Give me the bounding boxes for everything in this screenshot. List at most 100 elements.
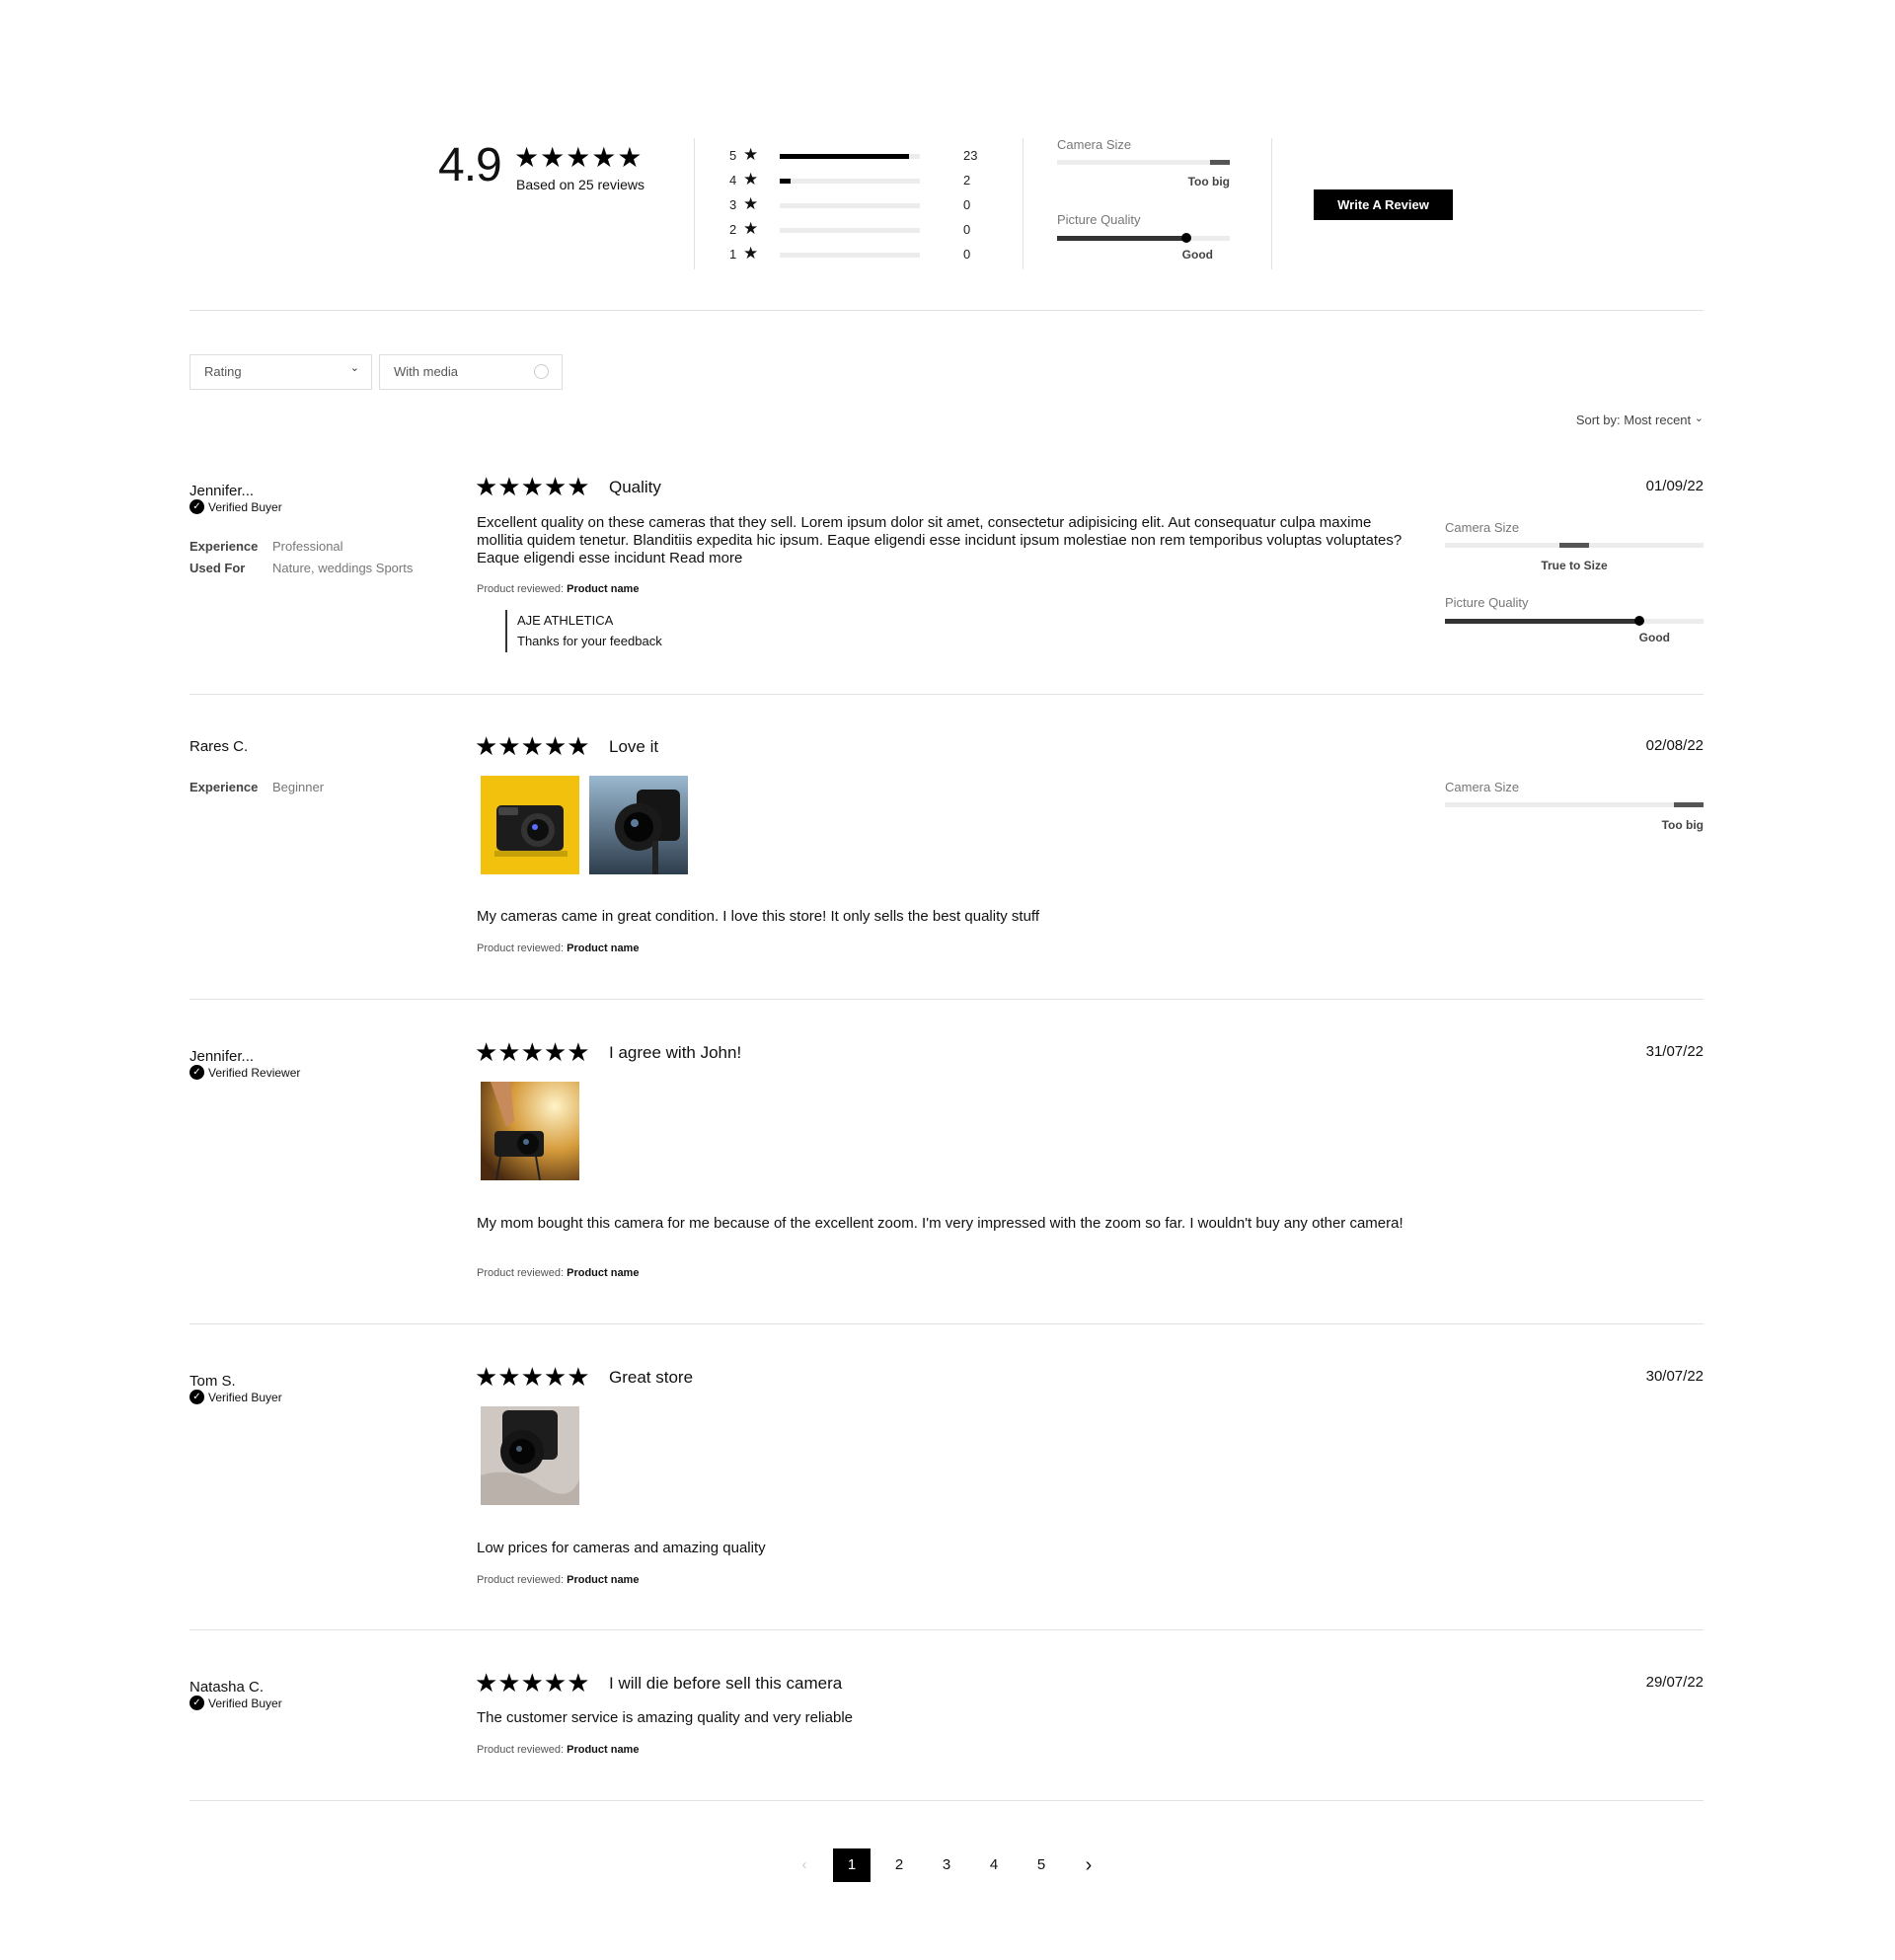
with-media-label: With media	[394, 364, 459, 379]
prev-page-button[interactable]: ‹	[786, 1848, 823, 1882]
picture-quality-dot	[1634, 616, 1644, 626]
product-name-link[interactable]: Product name	[567, 583, 639, 595]
distribution-row-5[interactable]: 5 ★ 23	[729, 145, 986, 166]
verified-label: Verified Buyer	[208, 499, 282, 514]
star-icon: ★	[743, 219, 759, 238]
verified-label: Verified Buyer	[208, 1696, 282, 1710]
camera-photo-image	[481, 1406, 579, 1505]
review-body: My mom bought this camera for me because…	[477, 1215, 1403, 1232]
page-5-button[interactable]: 5	[1023, 1848, 1060, 1882]
page-4-button[interactable]: 4	[975, 1848, 1013, 1882]
rating-filter-dropdown[interactable]: Rating ⌄	[190, 354, 372, 390]
distribution-count: 2	[963, 173, 971, 188]
camera-size-track	[1445, 543, 1704, 548]
sort-label: Sort by:	[1575, 413, 1621, 427]
review-author: Rares C.	[190, 738, 249, 755]
review-title: Quality	[609, 478, 661, 496]
distribution-count: 0	[963, 222, 971, 237]
review-date: 02/08/22	[1645, 737, 1704, 754]
product-prefix: Product reviewed:	[477, 1267, 565, 1279]
product-reviewed: Product reviewed: Product name	[477, 1267, 639, 1279]
distribution-row-4[interactable]: 4 ★ 2	[729, 170, 986, 190]
page-2-button[interactable]: 2	[880, 1848, 918, 1882]
product-name-link[interactable]: Product name	[567, 942, 639, 954]
camera-size-track	[1445, 802, 1704, 807]
distribution-count: 23	[963, 148, 978, 163]
check-icon: ✓	[190, 499, 204, 514]
average-stars: ★★★★★	[514, 142, 644, 173]
summary-divider	[694, 138, 695, 269]
write-review-button[interactable]: Write A Review	[1314, 189, 1453, 220]
picture-quality-label: Picture Quality	[1445, 595, 1529, 610]
product-reviewed: Product reviewed: Product name	[477, 1574, 639, 1586]
review-author: Tom S.	[190, 1373, 236, 1390]
distribution-fill	[780, 179, 791, 184]
product-name-link[interactable]: Product name	[567, 1574, 639, 1586]
picture-quality-track	[1057, 233, 1230, 243]
review-divider	[190, 1629, 1704, 1630]
picture-quality-fill	[1057, 236, 1186, 241]
distribution-bar	[780, 253, 920, 258]
sort-value: Most recent	[1624, 413, 1692, 427]
review-photo[interactable]	[481, 1406, 579, 1505]
distribution-bar	[780, 228, 920, 233]
star-icon: ★	[743, 145, 759, 164]
review-divider	[190, 694, 1704, 695]
next-page-button[interactable]: ›	[1070, 1848, 1107, 1882]
review-photo[interactable]	[481, 776, 579, 874]
used-for-value: Nature, weddings Sports	[272, 561, 414, 575]
distribution-stars: 4	[729, 173, 737, 188]
distribution-stars: 3	[729, 197, 737, 212]
reply-author: AJE ATHLETICA	[517, 613, 614, 628]
distribution-bar	[780, 154, 920, 159]
with-media-toggle[interactable]	[534, 364, 549, 379]
sort-control[interactable]: Sort by: Most recent ⌄	[1576, 413, 1704, 427]
product-reviewed: Product reviewed: Product name	[477, 1744, 639, 1756]
camera-size-track	[1057, 160, 1230, 165]
page-1-button[interactable]: 1	[833, 1848, 871, 1882]
review-divider	[190, 1323, 1704, 1324]
verified-badge: ✓ Verified Buyer	[190, 499, 282, 514]
review-photo[interactable]	[589, 776, 688, 874]
experience-key: Experience	[190, 780, 259, 794]
summary-bottom-divider	[190, 310, 1704, 311]
distribution-count: 0	[963, 247, 971, 262]
product-prefix: Product reviewed:	[477, 1744, 565, 1756]
review-body: Low prices for cameras and amazing quali…	[477, 1540, 766, 1556]
product-prefix: Product reviewed:	[477, 942, 565, 954]
camera-size-label: Camera Size	[1445, 780, 1520, 794]
product-name-link[interactable]: Product name	[567, 1744, 639, 1756]
distribution-row-2[interactable]: 2 ★ 0	[729, 219, 986, 240]
page-3-button[interactable]: 3	[928, 1848, 965, 1882]
used-for-key: Used For	[190, 561, 246, 575]
distribution-bar	[780, 179, 920, 184]
product-name-link[interactable]: Product name	[567, 1267, 639, 1279]
review-divider	[190, 1800, 1704, 1801]
review-photo[interactable]	[481, 1082, 579, 1180]
review-title: Love it	[609, 737, 659, 756]
verified-label: Verified Buyer	[208, 1390, 282, 1404]
review-title: Great store	[609, 1368, 694, 1387]
distribution-bar	[780, 203, 920, 208]
review-stars: ★★★★★	[475, 731, 590, 761]
distribution-row-3[interactable]: 3 ★ 0	[729, 194, 986, 215]
distribution-count: 0	[963, 197, 971, 212]
review-count: Based on 25 reviews	[516, 177, 644, 192]
verified-badge: ✓ Verified Reviewer	[190, 1065, 300, 1080]
picture-quality-track	[1445, 616, 1704, 626]
review-stars: ★★★★★	[475, 472, 590, 501]
review-date: 31/07/22	[1645, 1043, 1704, 1060]
review-stars: ★★★★★	[475, 1037, 590, 1067]
review-stars: ★★★★★	[475, 1362, 590, 1392]
review-title: I will die before sell this camera	[609, 1674, 843, 1693]
check-icon: ✓	[190, 1390, 204, 1404]
product-prefix: Product reviewed:	[477, 583, 565, 595]
review-stars: ★★★★★	[475, 1668, 590, 1697]
verified-badge: ✓ Verified Buyer	[190, 1696, 282, 1710]
distribution-row-1[interactable]: 1 ★ 0	[729, 244, 986, 264]
camera-photo-image	[481, 1082, 579, 1180]
camera-size-value: Too big	[1661, 818, 1704, 832]
product-prefix: Product reviewed:	[477, 1574, 565, 1586]
store-reply: AJE ATHLETICA Thanks for your feedback	[505, 610, 662, 652]
with-media-filter[interactable]: With media	[379, 354, 563, 390]
